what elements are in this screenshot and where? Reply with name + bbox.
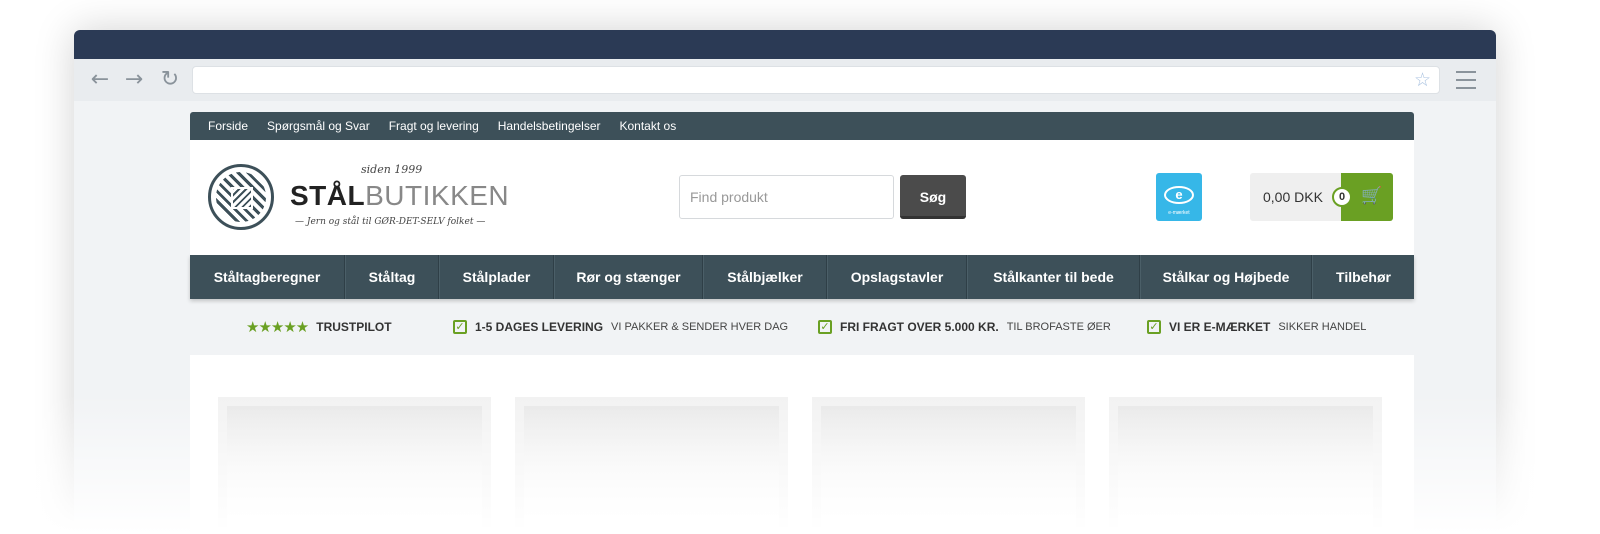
checkbox-icon: ✓ [453, 320, 467, 334]
usp-delivery-strong: 1-5 DAGES LEVERING [475, 320, 604, 334]
product-card[interactable] [812, 397, 1085, 527]
browser-titlebar [74, 30, 1496, 59]
nav-item-stalkar-hojbede[interactable]: Stålkar og Højbede [1140, 255, 1312, 299]
nav-item-stalplader[interactable]: Stålplader [439, 255, 554, 299]
logo-icon[interactable] [208, 164, 274, 230]
topbar-link-shipping[interactable]: Fragt og levering [389, 119, 479, 133]
brand-light: BUTIKKEN [365, 180, 510, 211]
nav-item-stalbjaelker[interactable]: Stålbjælker [703, 255, 827, 299]
reload-icon[interactable]: ↻ [158, 68, 182, 92]
usp-emark: ✓ VI ER E-MÆRKET SIKKER HANDEL [1147, 299, 1366, 355]
checkbox-icon: ✓ [818, 320, 832, 334]
nav-item-stalkanter[interactable]: Stålkanter til bede [967, 255, 1140, 299]
trustpilot-label: TRUSTPILOT [316, 320, 392, 334]
product-grid [190, 355, 1414, 534]
site-header: siden 1999 STÅLBUTIKKEN — Jern og stål t… [190, 140, 1414, 255]
screenshot-stage: ← → ↻ ☆ Forside Spørgsmål og Svar Fragt … [0, 0, 1600, 534]
emark-caption: e-mærket [1168, 210, 1190, 216]
product-card[interactable] [1109, 397, 1382, 527]
product-image [227, 406, 482, 527]
usp-delivery: ✓ 1-5 DAGES LEVERING VI PAKKER & SENDER … [453, 299, 788, 355]
star-rating-icon: ★★★★★ [246, 318, 309, 336]
usp-emark-small: SIKKER HANDEL [1278, 321, 1367, 333]
usp-freight-strong: FRI FRAGT OVER 5.000 KR. [840, 320, 999, 334]
usp-freight-small: TIL BROFASTE ØER [1006, 321, 1111, 333]
usp-trustpilot[interactable]: ★★★★★ TRUSTPILOT [246, 299, 392, 355]
cart-button[interactable]: 0 🛒 [1332, 173, 1393, 221]
emark-badge[interactable]: e e-mærket [1156, 173, 1202, 221]
brand-bold: STÅL [290, 180, 366, 211]
topbar-link-forside[interactable]: Forside [208, 119, 248, 133]
shopping-cart-icon: 🛒 [1361, 186, 1383, 206]
product-image [1118, 406, 1373, 527]
usp-bar: ★★★★★ TRUSTPILOT ✓ 1-5 DAGES LEVERING VI… [190, 299, 1414, 355]
topbar-link-contact[interactable]: Kontakt os [620, 119, 677, 133]
main-navigation: Ståltagberegner Ståltag Stålplader Rør o… [190, 255, 1414, 299]
checkbox-icon: ✓ [1147, 320, 1161, 334]
topbar-link-terms[interactable]: Handelsbetingelser [498, 119, 601, 133]
topbar-link-faq[interactable]: Spørgsmål og Svar [267, 119, 370, 133]
page-viewport: Forside Spørgsmål og Svar Fragt og lever… [74, 101, 1496, 534]
nav-item-staltagberegner[interactable]: Ståltagberegner [190, 255, 345, 299]
nav-item-staltag[interactable]: Ståltag [345, 255, 439, 299]
product-card[interactable] [515, 397, 788, 527]
site: Forside Spørgsmål og Svar Fragt og lever… [190, 112, 1414, 534]
product-image [821, 406, 1076, 527]
nav-item-opslagstavler[interactable]: Opslagstavler [827, 255, 967, 299]
address-bar[interactable]: ☆ [192, 66, 1440, 94]
top-links-bar: Forside Spørgsmål og Svar Fragt og lever… [190, 112, 1414, 140]
usp-delivery-small: VI PAKKER & SENDER HVER DAG [611, 321, 789, 333]
nav-item-tilbehor[interactable]: Tilbehør [1312, 255, 1414, 299]
cart-count-badge: 0 [1332, 187, 1352, 207]
hamburger-icon[interactable] [1456, 71, 1476, 89]
forward-icon[interactable]: → [122, 68, 146, 92]
product-image [524, 406, 779, 527]
star-icon[interactable]: ☆ [1414, 69, 1431, 91]
cart-widget[interactable]: 0,00 DKK 0 🛒 [1250, 173, 1393, 221]
search-input[interactable]: Find produkt [679, 175, 894, 219]
back-icon[interactable]: ← [88, 68, 112, 92]
browser-window: ← → ↻ ☆ Forside Spørgsmål og Svar Fragt … [74, 30, 1496, 534]
logo-wordmark[interactable]: STÅLBUTIKKEN [290, 180, 509, 212]
search-button[interactable]: Søg [900, 175, 966, 219]
cart-total: 0,00 DKK [1263, 189, 1323, 205]
usp-emark-strong: VI ER E-MÆRKET [1169, 320, 1271, 334]
browser-toolbar: ← → ↻ ☆ [74, 59, 1496, 101]
logo-tagline: — Jern og stål til GØR-DET-SELV folket — [295, 217, 486, 227]
nav-item-ror-og-staenger[interactable]: Rør og stænger [554, 255, 703, 299]
product-card[interactable] [218, 397, 491, 527]
usp-freight: ✓ FRI FRAGT OVER 5.000 KR. TIL BROFASTE … [818, 299, 1111, 355]
logo-since: siden 1999 [361, 163, 423, 176]
